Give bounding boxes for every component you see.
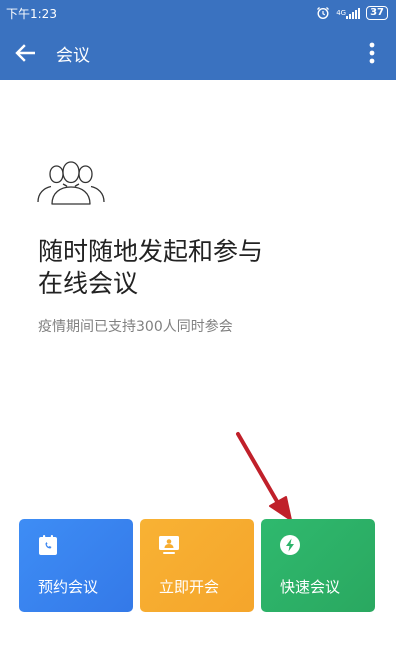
status-time: 下午1:23 <box>6 6 57 21</box>
start-meeting-now-button[interactable]: 立即开会 <box>140 519 254 612</box>
headline-line-2: 在线会议 <box>38 269 139 298</box>
schedule-meeting-label: 预约会议 <box>38 578 99 596</box>
alarm-icon <box>316 6 330 20</box>
more-vertical-icon <box>369 42 375 64</box>
battery-indicator: 37 <box>366 6 388 20</box>
back-button[interactable] <box>0 26 50 80</box>
subtitle: 疫情期间已支持300人同时参会 <box>38 319 233 335</box>
monitor-person-icon <box>158 534 180 556</box>
headline: 随时随地发起和参与 在线会议 <box>38 236 368 300</box>
status-icons: 4G 37 <box>316 6 388 20</box>
more-options-button[interactable] <box>360 38 384 68</box>
network-type: 4G <box>336 8 347 17</box>
app-bar: 会议 <box>0 26 396 80</box>
calendar-phone-icon <box>37 534 59 556</box>
schedule-meeting-button[interactable]: 预约会议 <box>19 519 133 612</box>
status-bar: 下午1:23 4G 37 <box>0 0 396 26</box>
quick-meeting-button[interactable]: 快速会议 <box>261 519 375 612</box>
start-meeting-now-label: 立即开会 <box>159 578 220 596</box>
signal-icon: 4G <box>336 7 361 19</box>
lightning-icon <box>279 534 301 556</box>
quick-meeting-label: 快速会议 <box>280 578 341 596</box>
group-people-icon <box>37 161 105 205</box>
headline-line-1: 随时随地发起和参与 <box>38 237 264 266</box>
page-title: 会议 <box>56 45 90 66</box>
back-arrow-icon <box>15 44 35 62</box>
